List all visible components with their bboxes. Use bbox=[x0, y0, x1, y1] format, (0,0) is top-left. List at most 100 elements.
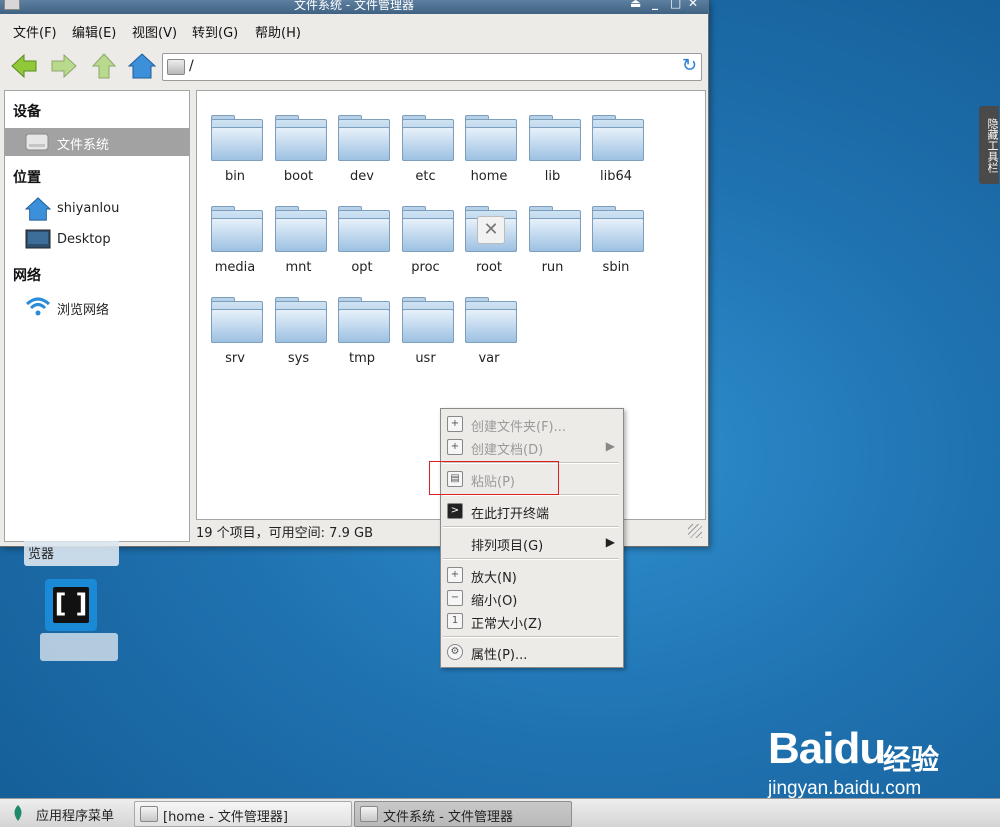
folder-bin[interactable]: bin bbox=[203, 103, 267, 184]
menu-item-label: 排列项目(G) bbox=[471, 539, 544, 554]
taskbar-item-filesystem[interactable]: 文件系统 - 文件管理器 bbox=[354, 801, 572, 827]
menu-edit[interactable]: 编辑(E) bbox=[72, 22, 116, 41]
reload-icon[interactable]: ↻ bbox=[682, 55, 697, 76]
maximize-button[interactable]: □ bbox=[670, 0, 681, 9]
folder-lib64[interactable]: lib64 bbox=[584, 103, 648, 184]
back-arrow-icon[interactable] bbox=[10, 52, 38, 80]
sidebar: 设备 文件系统 位置 shiyanlou Desktop 网络 浏览网络 bbox=[4, 90, 190, 542]
folder-label: srv bbox=[225, 351, 245, 366]
terminal-icon: > bbox=[447, 503, 463, 519]
folder-sys[interactable]: sys bbox=[267, 285, 331, 366]
folder-icon bbox=[338, 218, 390, 252]
sidebar-item-label: 浏览网络 bbox=[57, 303, 110, 318]
folder-sbin[interactable]: sbin bbox=[584, 194, 648, 275]
resize-grip[interactable] bbox=[688, 524, 702, 538]
menu-item-normal-size[interactable]: 1 正常大小(Z) bbox=[441, 610, 623, 632]
home-icon[interactable] bbox=[128, 52, 156, 80]
folder-home[interactable]: home bbox=[457, 103, 521, 184]
folder-root[interactable]: ✕ root bbox=[457, 194, 521, 275]
folder-tmp[interactable]: tmp bbox=[330, 285, 394, 366]
folder-usr[interactable]: usr bbox=[394, 285, 458, 366]
menu-item-create-folder[interactable]: + 创建文件夹(F)... bbox=[441, 413, 623, 435]
folder-proc[interactable]: proc bbox=[394, 194, 458, 275]
menu-help[interactable]: 帮助(H) bbox=[255, 22, 301, 41]
devices-header: 设备 bbox=[13, 104, 41, 120]
submenu-arrow-icon: ▶ bbox=[605, 535, 615, 549]
folder-label: root bbox=[475, 260, 503, 275]
window-icon bbox=[140, 806, 158, 822]
minimize-button[interactable]: _ bbox=[652, 0, 658, 9]
applications-menu-button[interactable]: 应用程序菜单 bbox=[4, 801, 130, 825]
taskbar-item-label: [home - 文件管理器] bbox=[163, 810, 288, 825]
folder-srv[interactable]: srv bbox=[203, 285, 267, 366]
menu-item-label: 在此打开终端 bbox=[471, 507, 550, 522]
location-path: / bbox=[189, 58, 194, 74]
eject-icon[interactable]: ⏏ bbox=[630, 0, 641, 9]
folder-media[interactable]: media bbox=[203, 194, 267, 275]
folder-mnt[interactable]: mnt bbox=[267, 194, 331, 275]
menu-file[interactable]: 文件(F) bbox=[13, 22, 57, 41]
sidebar-item-desktop[interactable]: Desktop bbox=[5, 226, 189, 254]
folder-run[interactable]: run bbox=[521, 194, 585, 275]
taskbar: 应用程序菜单 [home - 文件管理器] 文件系统 - 文件管理器 bbox=[0, 798, 1000, 827]
forward-arrow-icon[interactable] bbox=[50, 52, 78, 80]
folder-etc[interactable]: etc bbox=[394, 103, 458, 184]
wifi-icon bbox=[25, 297, 51, 316]
menu-item-create-document[interactable]: + 创建文档(D) ▶ bbox=[441, 436, 623, 458]
menu-item-label: 创建文档(D) bbox=[471, 443, 544, 458]
folder-lib[interactable]: lib bbox=[521, 103, 585, 184]
menu-item-zoom-in[interactable]: + 放大(N) bbox=[441, 564, 623, 586]
location-bar[interactable]: / ↻ bbox=[162, 53, 702, 81]
sidebar-item-label: shiyanlou bbox=[57, 201, 120, 216]
folder-label: sys bbox=[287, 351, 310, 366]
close-button[interactable]: ✕ bbox=[688, 0, 698, 9]
applications-menu-label: 应用程序菜单 bbox=[36, 809, 115, 824]
taskbar-item-home[interactable]: [home - 文件管理器] bbox=[134, 801, 352, 827]
hide-toolbar-tab[interactable]: 隐藏工具栏 bbox=[979, 106, 999, 184]
sidebar-item-filesystem[interactable]: 文件系统 bbox=[5, 128, 189, 156]
folder-icon bbox=[211, 309, 263, 343]
drive-icon bbox=[25, 133, 49, 151]
folder-label: run bbox=[541, 260, 564, 275]
window-title: 文件系统 - 文件管理器 bbox=[294, 0, 414, 12]
status-text: 19 个项目，可用空间: 7.9 GB bbox=[196, 526, 373, 541]
folder-icon bbox=[274, 127, 327, 161]
watermark-brand-cn: 经验 bbox=[883, 743, 940, 776]
folder-label: bin bbox=[224, 169, 246, 184]
taskbar-item-label: 文件系统 - 文件管理器 bbox=[383, 810, 513, 825]
new-folder-icon: + bbox=[447, 416, 463, 432]
sidebar-item-shiyanlou[interactable]: shiyanlou bbox=[5, 195, 189, 223]
menu-view[interactable]: 视图(V) bbox=[132, 22, 177, 41]
menu-item-label: 放大(N) bbox=[471, 571, 517, 586]
gear-icon: ⚙ bbox=[447, 644, 463, 660]
menu-item-properties[interactable]: ⚙ 属性(P)... bbox=[441, 641, 623, 663]
zoom-normal-icon: 1 bbox=[447, 613, 463, 629]
up-arrow-icon[interactable] bbox=[90, 52, 118, 80]
watermark-url: jingyan.baidu.com bbox=[768, 778, 922, 799]
menu-item-zoom-out[interactable]: − 缩小(O) bbox=[441, 587, 623, 609]
folder-icon bbox=[592, 127, 644, 161]
menu-item-arrange[interactable]: 排列项目(G) ▶ bbox=[441, 532, 623, 554]
drive-icon bbox=[167, 59, 185, 75]
desktop-icon-label-browser[interactable]: 览器 bbox=[24, 541, 119, 566]
folder-icon bbox=[211, 218, 263, 252]
title-bar[interactable]: 文件系统 - 文件管理器 ⏏ _ □ ✕ bbox=[0, 0, 708, 14]
app-menu-icon bbox=[14, 805, 22, 821]
menu-item-label: 缩小(O) bbox=[471, 594, 518, 609]
folder-opt[interactable]: opt bbox=[330, 194, 394, 275]
folder-icon bbox=[401, 218, 454, 252]
folder-label: lib64 bbox=[599, 169, 633, 184]
sidebar-item-browse-network[interactable]: 浏览网络 bbox=[5, 293, 189, 321]
menu-item-open-terminal[interactable]: > 在此打开终端 bbox=[441, 500, 623, 522]
menu-go[interactable]: 转到(G) bbox=[192, 22, 238, 41]
folder-label: boot bbox=[283, 169, 314, 184]
zoom-out-icon: − bbox=[447, 590, 463, 606]
folder-boot[interactable]: boot bbox=[267, 103, 331, 184]
folder-dev[interactable]: dev bbox=[330, 103, 394, 184]
folder-icon bbox=[274, 218, 327, 252]
desktop-app-icon[interactable]: [ ] bbox=[45, 579, 97, 631]
folder-icon bbox=[528, 127, 581, 161]
menu-separator bbox=[443, 558, 619, 560]
desktop-app-label[interactable] bbox=[40, 633, 118, 661]
folder-var[interactable]: var bbox=[457, 285, 521, 366]
